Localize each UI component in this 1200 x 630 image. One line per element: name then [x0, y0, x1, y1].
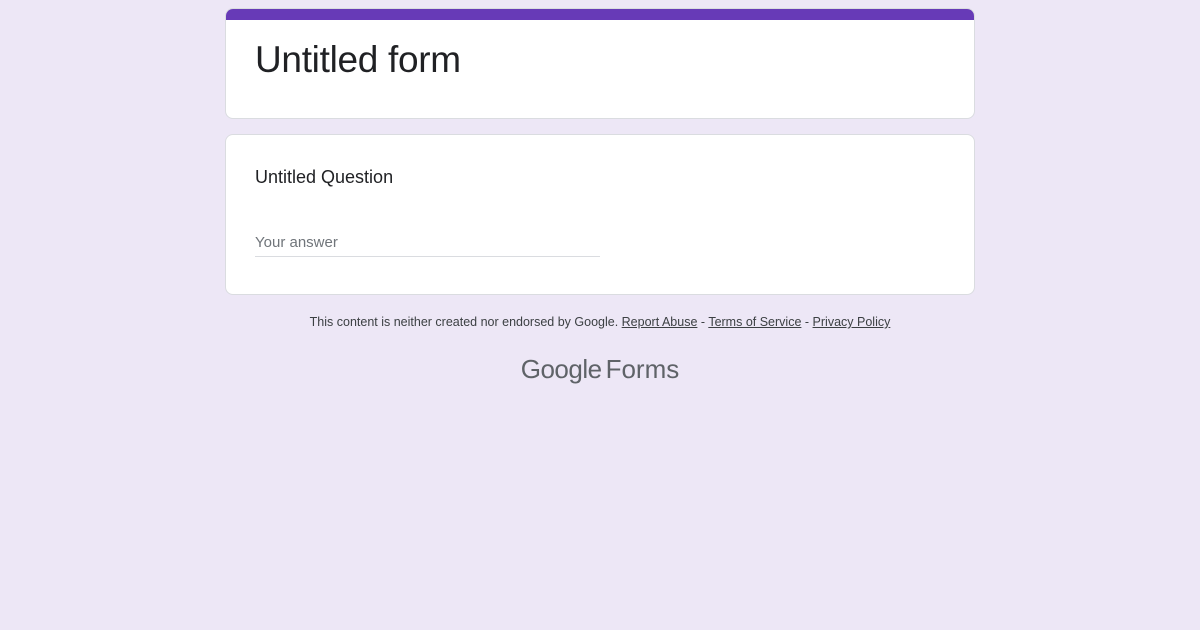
forms-wordmark: Forms — [605, 354, 680, 384]
report-abuse-link[interactable]: Report Abuse — [622, 315, 698, 329]
form-header-card: Untitled form — [225, 8, 975, 119]
question-card: Untitled Question — [225, 134, 975, 295]
privacy-policy-link[interactable]: Privacy Policy — [813, 315, 891, 329]
form-title: Untitled form — [255, 39, 461, 80]
answer-input[interactable] — [255, 229, 600, 257]
google-wordmark: Google — [520, 354, 602, 384]
terms-of-service-link[interactable]: Terms of Service — [708, 315, 801, 329]
footer-disclaimer: This content is neither created nor endo… — [0, 315, 1200, 329]
disclaimer-text: This content is neither created nor endo… — [309, 315, 619, 329]
form-container: Untitled form Untitled Question — [225, 8, 975, 295]
footer-separator: - — [700, 315, 706, 329]
footer-separator: - — [804, 315, 810, 329]
question-title: Untitled Question — [255, 167, 394, 187]
google-forms-logo[interactable]: Google Forms — [0, 354, 1200, 385]
accent-bar — [226, 9, 974, 20]
